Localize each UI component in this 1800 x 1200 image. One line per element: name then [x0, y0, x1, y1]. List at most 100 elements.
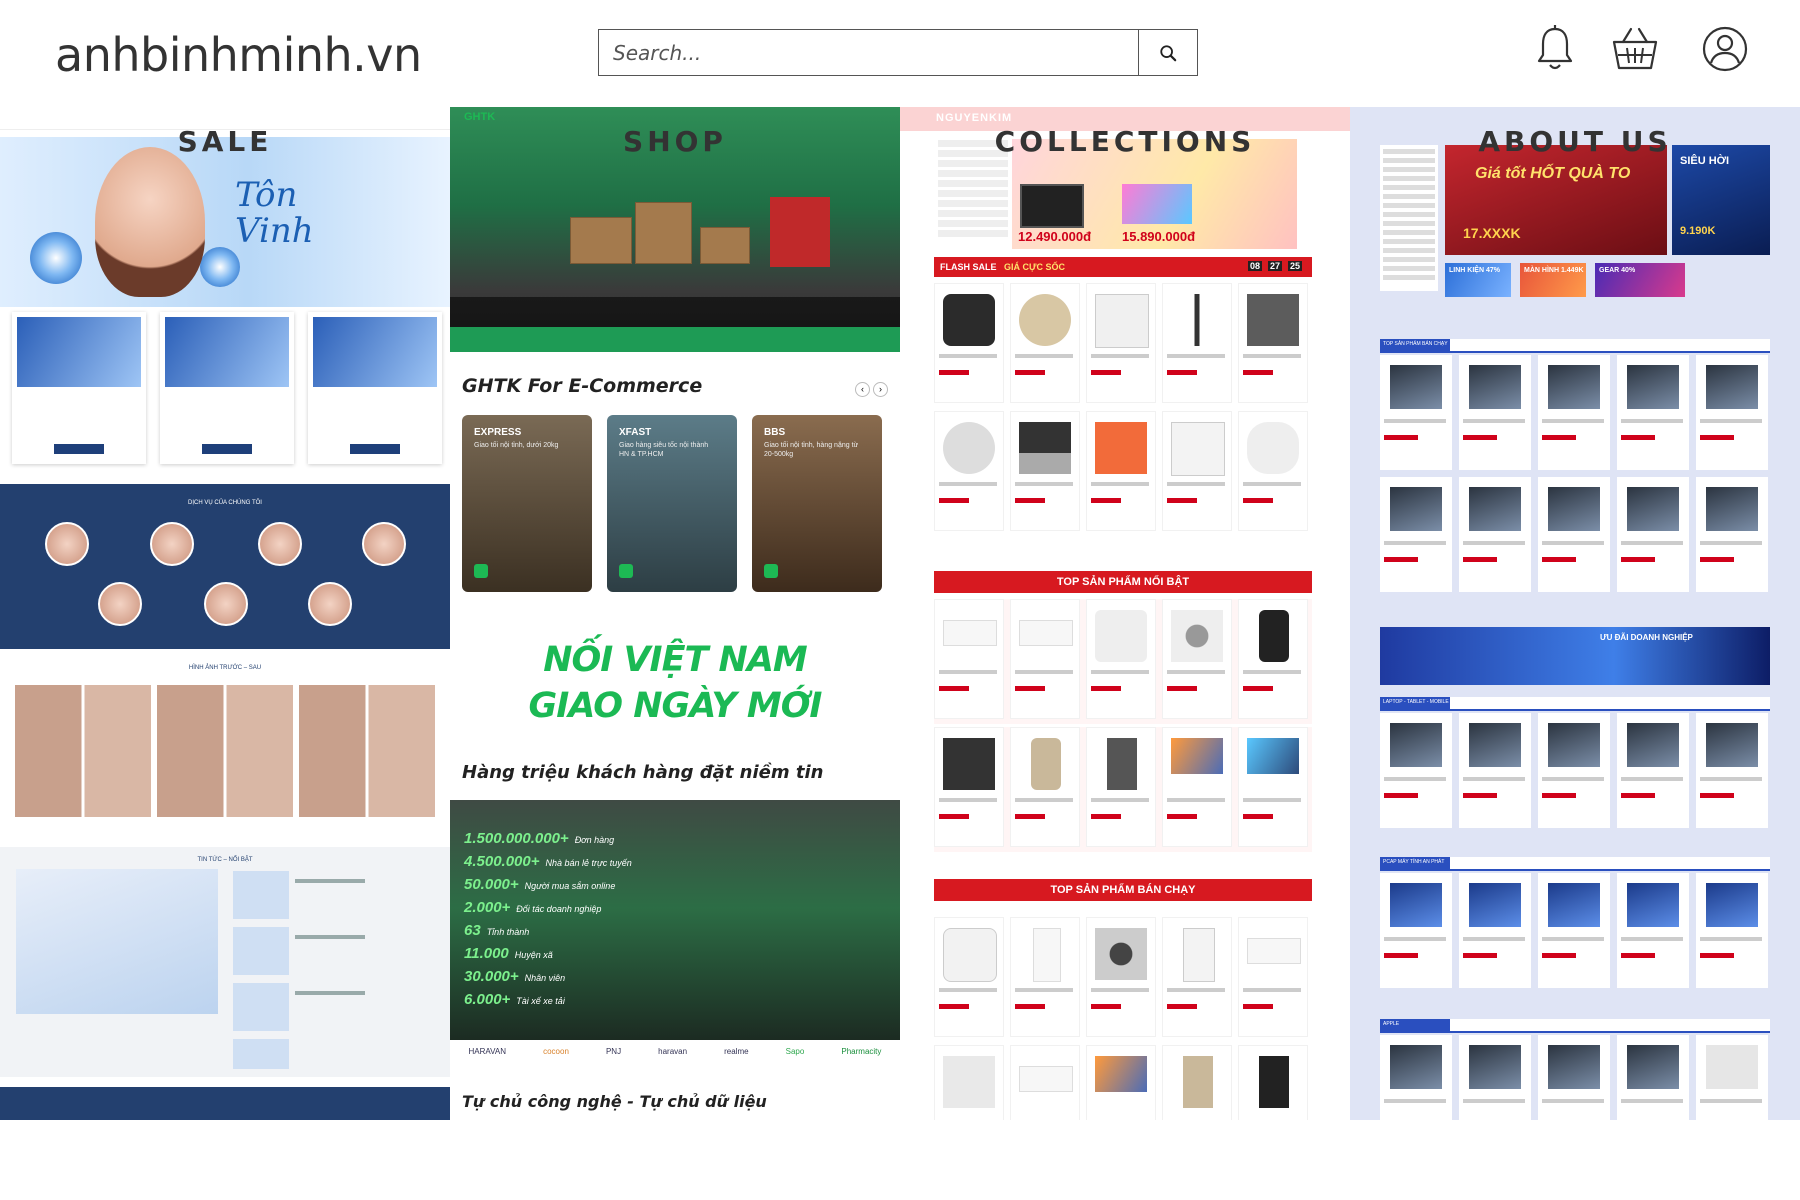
promo-card-button[interactable]	[350, 444, 400, 454]
service-avatar[interactable]	[45, 522, 89, 566]
product-card[interactable]	[1162, 917, 1232, 1037]
product-card[interactable]	[934, 411, 1004, 531]
service-card-express[interactable]: EXPRESS Giao tối nội tỉnh, dưới 20kg	[462, 415, 592, 592]
before-after-photo[interactable]	[15, 685, 151, 817]
arrow-icon[interactable]	[474, 564, 488, 578]
about-panel[interactable]: Giá tốt HỐT QUÀ TO 17.XXXK SIÊU HỜI 9.19…	[1350, 107, 1800, 1120]
panel-label-collections[interactable]: COLLECTIONS	[900, 125, 1350, 158]
product-card[interactable]	[1238, 283, 1308, 403]
product-card[interactable]	[1086, 727, 1156, 847]
product-card[interactable]	[1459, 713, 1531, 828]
product-card[interactable]	[934, 1045, 1004, 1120]
news-thumb[interactable]	[233, 983, 289, 1031]
product-card[interactable]	[1538, 1035, 1610, 1120]
panel-label-sale[interactable]: SALE	[0, 125, 450, 158]
product-card[interactable]	[1459, 477, 1531, 592]
promo-card[interactable]	[12, 312, 146, 464]
news-thumb[interactable]	[233, 871, 289, 919]
product-card[interactable]	[1238, 599, 1308, 719]
panel-label-shop[interactable]: SHOP	[450, 125, 900, 158]
product-card[interactable]	[1696, 355, 1768, 470]
product-card[interactable]	[1238, 727, 1308, 847]
product-card[interactable]	[1162, 411, 1232, 531]
product-card[interactable]	[1617, 355, 1689, 470]
service-card-bbs[interactable]: BBS Giao tối nội tỉnh, hàng nặng từ 20-5…	[752, 415, 882, 592]
search-button[interactable]	[1138, 30, 1197, 75]
product-card[interactable]	[1538, 873, 1610, 988]
product-card[interactable]	[1617, 873, 1689, 988]
product-card[interactable]	[1380, 713, 1452, 828]
product-card[interactable]	[1380, 477, 1452, 592]
sale-panel[interactable]: Tôn Vinh SALE DỊCH VỤ CỦA CHÚNG TÔI HÌNH …	[0, 107, 450, 1120]
service-avatar[interactable]	[98, 582, 142, 626]
product-card[interactable]	[1162, 727, 1232, 847]
product-card[interactable]	[1238, 411, 1308, 531]
product-card[interactable]	[1162, 1045, 1232, 1120]
service-avatar[interactable]	[362, 522, 406, 566]
product-card[interactable]	[934, 283, 1004, 403]
mini-banner[interactable]: LINH KIỆN 47%	[1445, 263, 1511, 297]
panel-label-about[interactable]: ABOUT US	[1350, 125, 1800, 158]
product-card[interactable]	[1617, 477, 1689, 592]
arrow-icon[interactable]	[764, 564, 778, 578]
search-input[interactable]	[599, 30, 1138, 75]
chevron-right-icon[interactable]: ›	[873, 382, 888, 397]
product-card[interactable]	[1010, 411, 1080, 531]
product-card[interactable]	[1380, 1035, 1452, 1120]
service-avatar[interactable]	[258, 522, 302, 566]
product-card[interactable]	[1238, 1045, 1308, 1120]
product-card[interactable]	[1538, 713, 1610, 828]
promo-card-button[interactable]	[54, 444, 104, 454]
service-avatar[interactable]	[150, 522, 194, 566]
news-thumb[interactable]	[233, 1039, 289, 1069]
product-card[interactable]	[1696, 873, 1768, 988]
collections-panel[interactable]: NGUYENKIM 12.490.000đ 15.890.000đ COLLEC…	[900, 107, 1350, 1120]
product-card[interactable]	[1696, 713, 1768, 828]
product-card[interactable]	[934, 599, 1004, 719]
business-promo-banner[interactable]: ƯU ĐÃI DOANH NGHIỆP	[1380, 627, 1770, 685]
before-after-photo[interactable]	[299, 685, 435, 817]
product-card[interactable]	[1696, 1035, 1768, 1120]
product-card[interactable]	[934, 727, 1004, 847]
notifications-button[interactable]	[1535, 24, 1575, 79]
service-card-xfast[interactable]: XFAST Giao hàng siêu tốc nội thành HN & …	[607, 415, 737, 592]
promo-card[interactable]	[160, 312, 294, 464]
mini-banner[interactable]: GEAR 40%	[1595, 263, 1685, 297]
news-thumb[interactable]	[233, 927, 289, 975]
product-card[interactable]	[1538, 477, 1610, 592]
product-card[interactable]	[934, 917, 1004, 1037]
product-card[interactable]	[1238, 917, 1308, 1037]
cart-button[interactable]	[1610, 24, 1660, 79]
product-card[interactable]	[1380, 873, 1452, 988]
product-card[interactable]	[1380, 355, 1452, 470]
site-logo[interactable]: anhbinhminh.vn	[55, 28, 422, 82]
about-main-banner[interactable]: Giá tốt HỐT QUÀ TO 17.XXXK	[1445, 145, 1667, 255]
product-card[interactable]	[1538, 355, 1610, 470]
product-card[interactable]	[1010, 599, 1080, 719]
product-card[interactable]	[1086, 599, 1156, 719]
product-card[interactable]	[1696, 477, 1768, 592]
promo-card-button[interactable]	[202, 444, 252, 454]
product-card[interactable]	[1010, 1045, 1080, 1120]
product-card[interactable]	[1162, 283, 1232, 403]
shop-panel[interactable]: GHTK SHOP GHTK For E-Commerce ‹ › EXPRESS…	[450, 107, 900, 1120]
promo-card[interactable]	[308, 312, 442, 464]
product-card[interactable]	[1617, 1035, 1689, 1120]
product-card[interactable]	[1459, 355, 1531, 470]
about-side-banner[interactable]: SIÊU HỜI 9.190K	[1672, 145, 1770, 255]
chevron-left-icon[interactable]: ‹	[855, 382, 870, 397]
product-card[interactable]	[1086, 411, 1156, 531]
product-card[interactable]	[1086, 1045, 1156, 1120]
mini-banner[interactable]: MÀN HÌNH 1.449K	[1520, 263, 1586, 297]
service-avatar[interactable]	[204, 582, 248, 626]
product-card[interactable]	[1459, 1035, 1531, 1120]
before-after-photo[interactable]	[157, 685, 293, 817]
arrow-icon[interactable]	[619, 564, 633, 578]
product-card[interactable]	[1086, 917, 1156, 1037]
product-card[interactable]	[1617, 713, 1689, 828]
product-card[interactable]	[1086, 283, 1156, 403]
product-card[interactable]	[1162, 599, 1232, 719]
product-card[interactable]	[1010, 917, 1080, 1037]
product-card[interactable]	[1010, 727, 1080, 847]
product-card[interactable]	[1010, 283, 1080, 403]
